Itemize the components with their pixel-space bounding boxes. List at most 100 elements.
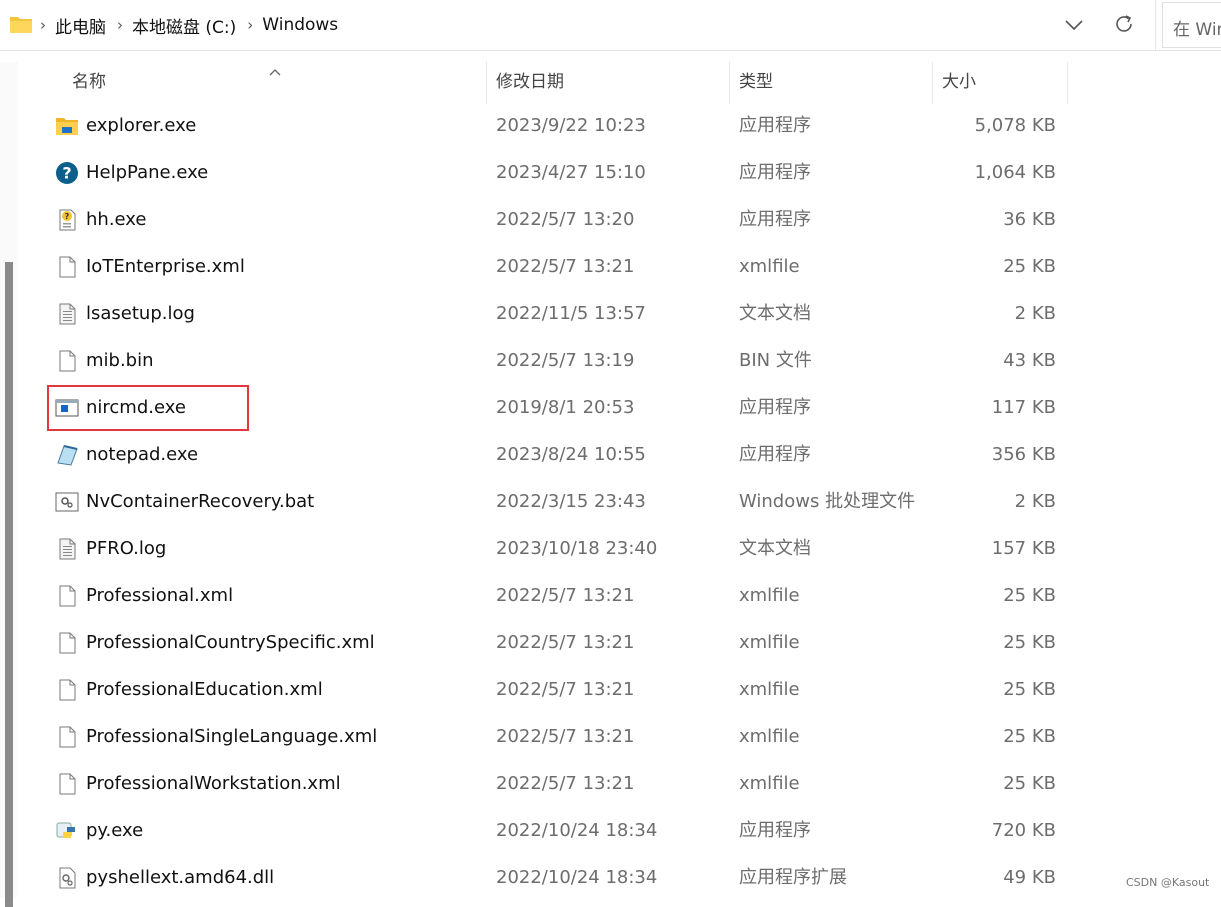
file-date: 2022/5/7 13:21: [496, 773, 635, 794]
breadcrumb-windows[interactable]: Windows: [262, 15, 338, 35]
file-type: xmlfile: [739, 726, 800, 747]
file-name[interactable]: py.exe: [86, 808, 143, 854]
file-size: 25 KB: [1003, 585, 1056, 606]
file-name[interactable]: ProfessionalWorkstation.xml: [86, 761, 341, 807]
file-name[interactable]: pyshellext.amd64.dll: [86, 855, 274, 901]
file-type: 文本文档: [739, 303, 811, 324]
watermark: CSDN @Kasout: [1126, 876, 1210, 889]
explorer-icon: [55, 114, 79, 138]
file-size: 25 KB: [1003, 256, 1056, 277]
chevron-right-icon[interactable]: ›: [40, 16, 46, 34]
breadcrumb-local-disk[interactable]: 本地磁盘 (C:): [132, 13, 236, 38]
file-size: 25 KB: [1003, 726, 1056, 747]
refresh-icon[interactable]: [1113, 13, 1135, 39]
file-row[interactable]: Professional.xml 2022/5/7 13:21 xmlfile 25 …: [0, 573, 1221, 620]
column-divider[interactable]: [932, 62, 933, 104]
file-date: 2022/10/24 18:34: [496, 867, 658, 888]
search-input[interactable]: 在 Windows 中搜索: [1162, 2, 1221, 48]
file-name[interactable]: PFRO.log: [86, 526, 166, 572]
chevron-down-icon[interactable]: [1064, 17, 1084, 36]
file-size: 25 KB: [1003, 632, 1056, 653]
file-name[interactable]: ProfessionalSingleLanguage.xml: [86, 714, 377, 760]
file-name[interactable]: ProfessionalEducation.xml: [86, 667, 323, 713]
document-icon: [55, 772, 79, 796]
file-row[interactable]: notepad.exe 2023/8/24 10:55 应用程序 356 KB: [0, 432, 1221, 479]
file-row[interactable]: NvContainerRecovery.bat 2022/3/15 23:43 Wi…: [0, 479, 1221, 526]
file-date: 2023/4/27 15:10: [496, 162, 646, 183]
file-name[interactable]: HelpPane.exe: [86, 150, 208, 196]
sort-ascending-icon: [268, 62, 282, 81]
column-divider[interactable]: [1067, 62, 1068, 104]
file-type: 应用程序: [739, 162, 811, 183]
file-date: 2023/8/24 10:55: [496, 444, 646, 465]
column-header-name[interactable]: 名称: [72, 62, 106, 104]
python-icon: [55, 819, 79, 843]
notepad-icon: [55, 443, 79, 467]
file-size: 157 KB: [991, 538, 1056, 559]
column-header-date[interactable]: 修改日期: [496, 62, 564, 104]
file-row[interactable]: PFRO.log 2023/10/18 23:40 文本文档 157 KB: [0, 526, 1221, 573]
file-type: 应用程序: [739, 115, 811, 136]
file-list: explorer.exe 2023/9/22 10:23 应用程序 5,078 KB?…: [0, 103, 1221, 902]
file-name[interactable]: notepad.exe: [86, 432, 198, 478]
file-name[interactable]: explorer.exe: [86, 103, 196, 149]
file-type: 应用程序: [739, 397, 811, 418]
file-row[interactable]: ProfessionalSingleLanguage.xml 2022/5/7 1…: [0, 714, 1221, 761]
column-header-type[interactable]: 类型: [739, 62, 773, 104]
file-type: 文本文档: [739, 538, 811, 559]
file-name[interactable]: lsasetup.log: [86, 291, 195, 337]
column-header-size[interactable]: 大小: [942, 62, 976, 104]
file-name[interactable]: mib.bin: [86, 338, 154, 384]
file-type: 应用程序: [739, 209, 811, 230]
file-row[interactable]: ProfessionalEducation.xml 2022/5/7 13:21 x…: [0, 667, 1221, 714]
file-type: xmlfile: [739, 256, 800, 277]
file-size: 117 KB: [991, 397, 1056, 418]
file-row[interactable]: ProfessionalWorkstation.xml 2022/5/7 13:2…: [0, 761, 1221, 808]
file-type: xmlfile: [739, 679, 800, 700]
file-date: 2023/10/18 23:40: [496, 538, 658, 559]
file-name[interactable]: hh.exe: [86, 197, 146, 243]
file-size: 2 KB: [1014, 491, 1056, 512]
file-row[interactable]: ? HelpPane.exe 2023/4/27 15:10 应用程序 1,064 KB: [0, 150, 1221, 197]
file-row[interactable]: ProfessionalCountrySpecific.xml 2022/5/7 …: [0, 620, 1221, 667]
highlight-box: [47, 385, 249, 431]
folder-icon: [9, 14, 33, 38]
file-row[interactable]: ? hh.exe 2022/5/7 13:20 应用程序 36 KB: [0, 197, 1221, 244]
file-date: 2019/8/1 20:53: [496, 397, 635, 418]
document-icon: [55, 255, 79, 279]
svg-text:?: ?: [62, 164, 71, 183]
breadcrumb-this-pc[interactable]: 此电脑: [55, 13, 106, 38]
file-size: 2 KB: [1014, 303, 1056, 324]
file-name[interactable]: Professional.xml: [86, 573, 233, 619]
file-date: 2022/5/7 13:21: [496, 726, 635, 747]
divider: [1155, 0, 1156, 50]
file-size: 25 KB: [1003, 679, 1056, 700]
file-name[interactable]: IoTEnterprise.xml: [86, 244, 245, 290]
chevron-right-icon[interactable]: ›: [247, 16, 253, 34]
file-name[interactable]: NvContainerRecovery.bat: [86, 479, 314, 525]
file-row[interactable]: explorer.exe 2023/9/22 10:23 应用程序 5,078 KB: [0, 103, 1221, 150]
file-size: 36 KB: [1003, 209, 1056, 230]
file-row[interactable]: IoTEnterprise.xml 2022/5/7 13:21 xmlfile 25…: [0, 244, 1221, 291]
document-icon: [55, 631, 79, 655]
column-divider[interactable]: [486, 62, 487, 104]
file-type: 应用程序扩展: [739, 867, 847, 888]
file-row[interactable]: lsasetup.log 2022/11/5 13:57 文本文档 2 KB: [0, 291, 1221, 338]
file-size: 5,078 KB: [974, 115, 1056, 136]
file-date: 2023/9/22 10:23: [496, 115, 646, 136]
file-date: 2022/5/7 13:19: [496, 350, 635, 371]
file-type: xmlfile: [739, 632, 800, 653]
column-divider[interactable]: [729, 62, 730, 104]
svg-text:?: ?: [65, 212, 70, 221]
file-row[interactable]: pyshellext.amd64.dll 2022/10/24 18:34 应用程序…: [0, 855, 1221, 902]
chevron-right-icon[interactable]: ›: [117, 16, 123, 34]
file-date: 2022/5/7 13:21: [496, 256, 635, 277]
file-name[interactable]: ProfessionalCountrySpecific.xml: [86, 620, 375, 666]
help-file-icon: ?: [55, 208, 79, 232]
file-row[interactable]: py.exe 2022/10/24 18:34 应用程序 720 KB: [0, 808, 1221, 855]
document-icon: [55, 349, 79, 373]
dll-file-icon: [55, 866, 79, 890]
help-icon: ?: [55, 161, 79, 185]
file-row[interactable]: mib.bin 2022/5/7 13:19 BIN 文件 43 KB: [0, 338, 1221, 385]
file-size: 25 KB: [1003, 773, 1056, 794]
